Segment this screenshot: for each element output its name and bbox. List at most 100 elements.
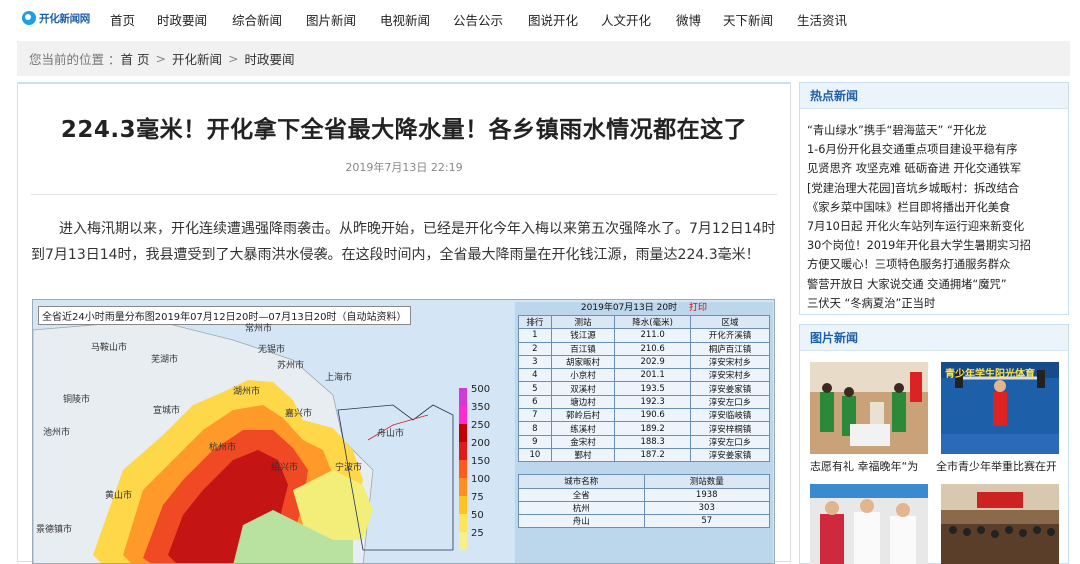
hot-news-item[interactable]: 见贤思齐 攻坚克难 砥砺奋进 开化交通铁军 <box>807 159 1065 178</box>
article-card: 224.3毫米！开化拿下全省最大降水量！各乡镇雨水情况都在这了 2019年7月1… <box>17 82 791 564</box>
nav-item[interactable]: 微博 <box>676 10 701 29</box>
table-cell: 5 <box>518 381 552 396</box>
table-cell: 202.9 <box>614 354 691 370</box>
hot-news-item[interactable]: “青山绿水”携手“碧海蓝天” “开化龙 <box>807 121 1065 140</box>
legend-label: 100 <box>471 474 491 485</box>
rank-table-header: 排行 <box>518 314 552 330</box>
hot-news-item[interactable]: 方便又暖心！三项特色服务打通服务群众 <box>807 255 1065 274</box>
hot-news-item[interactable]: [党建治理大花园]音坑乡城畈村：拆改结合 <box>807 179 1065 198</box>
hot-news-item[interactable]: 7月10日起 开化火车站列车运行迎来新变化 <box>807 217 1065 236</box>
city-label: 宣城市 <box>153 406 181 416</box>
table-cell: 郭岭后村 <box>550 408 616 423</box>
legend-label: 50 <box>471 510 484 521</box>
table-cell: 1938 <box>643 487 770 502</box>
rainfall-rank-table: 排行 测站 降水(毫米) 区域 1 钱江源 211.0 开化齐溪镇 2 百江镇 210.6 桐庐百江… <box>518 314 771 463</box>
table-cell: 淳安左口乡 <box>689 434 771 449</box>
breadcrumb-current[interactable]: 时政要闻 <box>244 49 294 68</box>
breadcrumb: 您当前的位置 ： 首 页 > 开化新闻 > 时政要闻 <box>17 41 1070 76</box>
city-label: 黄山市 <box>105 491 133 501</box>
count-table-header: 城市名称 <box>518 474 645 489</box>
city-label: 杭州市 <box>209 443 237 453</box>
table-row: 舟山 57 <box>518 514 770 529</box>
table-row: 1 钱江源 211.0 开化齐溪镇 <box>518 328 771 343</box>
picture-news-image[interactable] <box>810 484 928 564</box>
table-cell: 小京村 <box>550 368 616 383</box>
nav-item[interactable]: 首页 <box>110 10 135 29</box>
hot-news-item[interactable]: 《家乡菜中国味》栏目即将播出开化美食 <box>807 198 1065 217</box>
rainfall-figure: 全省近24小时雨量分布图2019年07月12日20时—07月13日20时（自动站… <box>32 299 775 564</box>
table-row: 10 鄞村 187.2 淳安姜家镇 <box>518 447 771 463</box>
table-cell: 舟山 <box>518 514 645 529</box>
table-cell: 开化齐溪镇 <box>689 328 771 343</box>
nav-item[interactable]: 综合新闻 <box>232 10 282 29</box>
table-cell: 淳安左口乡 <box>689 394 771 410</box>
city-label: 芜湖市 <box>151 355 179 365</box>
city-label: 上海市 <box>325 373 353 383</box>
table-cell: 57 <box>643 514 770 529</box>
table-cell: 201.1 <box>614 368 691 383</box>
breadcrumb-home[interactable]: 首 页 <box>120 49 149 68</box>
table-cell: 塘边村 <box>550 394 616 410</box>
table-cell: 鄞村 <box>550 447 616 463</box>
table-cell: 百江镇 <box>550 341 616 356</box>
hot-news-item[interactable]: 1-6月份开化县交通重点项目建设平稳有序 <box>807 140 1065 159</box>
table-cell: 胡家畈村 <box>550 354 616 370</box>
city-label: 舟山市 <box>377 429 405 439</box>
table-cell: 8 <box>518 421 552 436</box>
city-label: 池州市 <box>43 428 71 438</box>
table-cell: 2 <box>518 341 552 356</box>
picture-news-caption[interactable]: 志愿有礼 幸福晚年“为 <box>810 458 930 474</box>
table-cell: 4 <box>518 368 552 383</box>
nav-item[interactable]: 图片新闻 <box>306 10 356 29</box>
nav-item[interactable]: 图说开化 <box>528 10 578 29</box>
picture-news-image[interactable] <box>810 362 928 454</box>
table-row: 5 双溪村 193.5 淳安姜家镇 <box>518 381 771 396</box>
doctors-photo <box>810 484 928 564</box>
picture-news-image[interactable] <box>941 484 1059 564</box>
picture-news-caption[interactable]: 全市青少年举重比赛在开 <box>936 458 1056 474</box>
article-body: 进入梅汛期以来，开化连续遭遇强降雨袭击。从昨晚开始，已经是开化今年入梅以来第五次… <box>31 221 776 263</box>
table-cell: 303 <box>643 500 770 516</box>
hot-news-item[interactable]: 三伏天 “冬病夏治”正当时 <box>807 294 1065 313</box>
photo-banner-text: 青少年学生阳光体育 <box>945 369 1035 380</box>
table-row: 9 金宋村 188.3 淳安左口乡 <box>518 434 771 449</box>
legend-color-bar <box>459 388 467 550</box>
picture-news-box: 图片新闻 志愿有礼 幸福晚年“为 青少年学生阳光体育 全市青少年举重比赛在开 <box>799 324 1069 564</box>
table-row: 2 百江镇 210.6 桐庐百江镇 <box>518 341 771 356</box>
table-cell: 桐庐百江镇 <box>689 341 771 356</box>
table-cell: 211.0 <box>614 328 691 343</box>
nav-item[interactable]: 公告公示 <box>453 10 503 29</box>
nav-item[interactable]: 天下新闻 <box>723 10 773 29</box>
city-label: 湖州市 <box>233 387 261 397</box>
table-row: 全省 1938 <box>518 487 770 502</box>
table-cell: 淳安姜家镇 <box>689 447 771 463</box>
hot-news-item[interactable]: 30个岗位！2019年开化县大学生暑期实习招 <box>807 236 1065 255</box>
table-cell: 1 <box>518 328 552 343</box>
city-label: 嘉兴市 <box>285 409 313 419</box>
hot-news-list: “青山绿水”携手“碧海蓝天” “开化龙 1-6月份开化县交通重点项目建设平稳有序见… <box>800 109 1068 313</box>
hot-news-item[interactable]: 警营开放日 大家说交通 交通拥堵“魔咒” <box>807 275 1065 294</box>
nav-item[interactable]: 生活资讯 <box>797 10 847 29</box>
nav-item[interactable]: 电视新闻 <box>380 10 430 29</box>
table-cell: 10 <box>518 447 552 463</box>
breadcrumb-section[interactable]: 开化新闻 <box>172 49 222 68</box>
article-divider <box>31 194 777 195</box>
legend-label: 25 <box>471 528 484 539</box>
nav-item[interactable]: 时政要闻 <box>157 10 207 29</box>
legend-label: 75 <box>471 492 484 503</box>
nav-item[interactable]: 人文开化 <box>601 10 651 29</box>
table-cell: 193.5 <box>614 381 691 396</box>
rank-table-title: 2019年07月13日 20时 打印 <box>515 302 773 315</box>
table-cell: 188.3 <box>614 434 691 449</box>
table-row: 8 练溪村 189.2 淳安梓桐镇 <box>518 421 771 436</box>
picture-news-image[interactable]: 青少年学生阳光体育 <box>941 362 1059 454</box>
table-row: 4 小京村 201.1 淳安宋村乡 <box>518 368 771 383</box>
hot-news-box: 热点新闻 “青山绿水”携手“碧海蓝天” “开化龙 1-6月份开化县交通重点项目建设… <box>799 82 1069 315</box>
city-label: 马鞍山市 <box>91 343 128 353</box>
table-cell: 6 <box>518 394 552 410</box>
rainfall-map: 全省近24小时雨量分布图2019年07月12日20时—07月13日20时（自动站… <box>33 300 513 563</box>
rank-table-header: 测站 <box>550 314 616 330</box>
rainfall-tables: 2019年07月13日 20时 打印 排行 测站 降水(毫米) 区域 1 钱江源 211.0… <box>515 302 773 563</box>
table-cell: 杭州 <box>518 500 645 516</box>
table-row: 7 郭岭后村 190.6 淳安临岐镇 <box>518 408 771 423</box>
